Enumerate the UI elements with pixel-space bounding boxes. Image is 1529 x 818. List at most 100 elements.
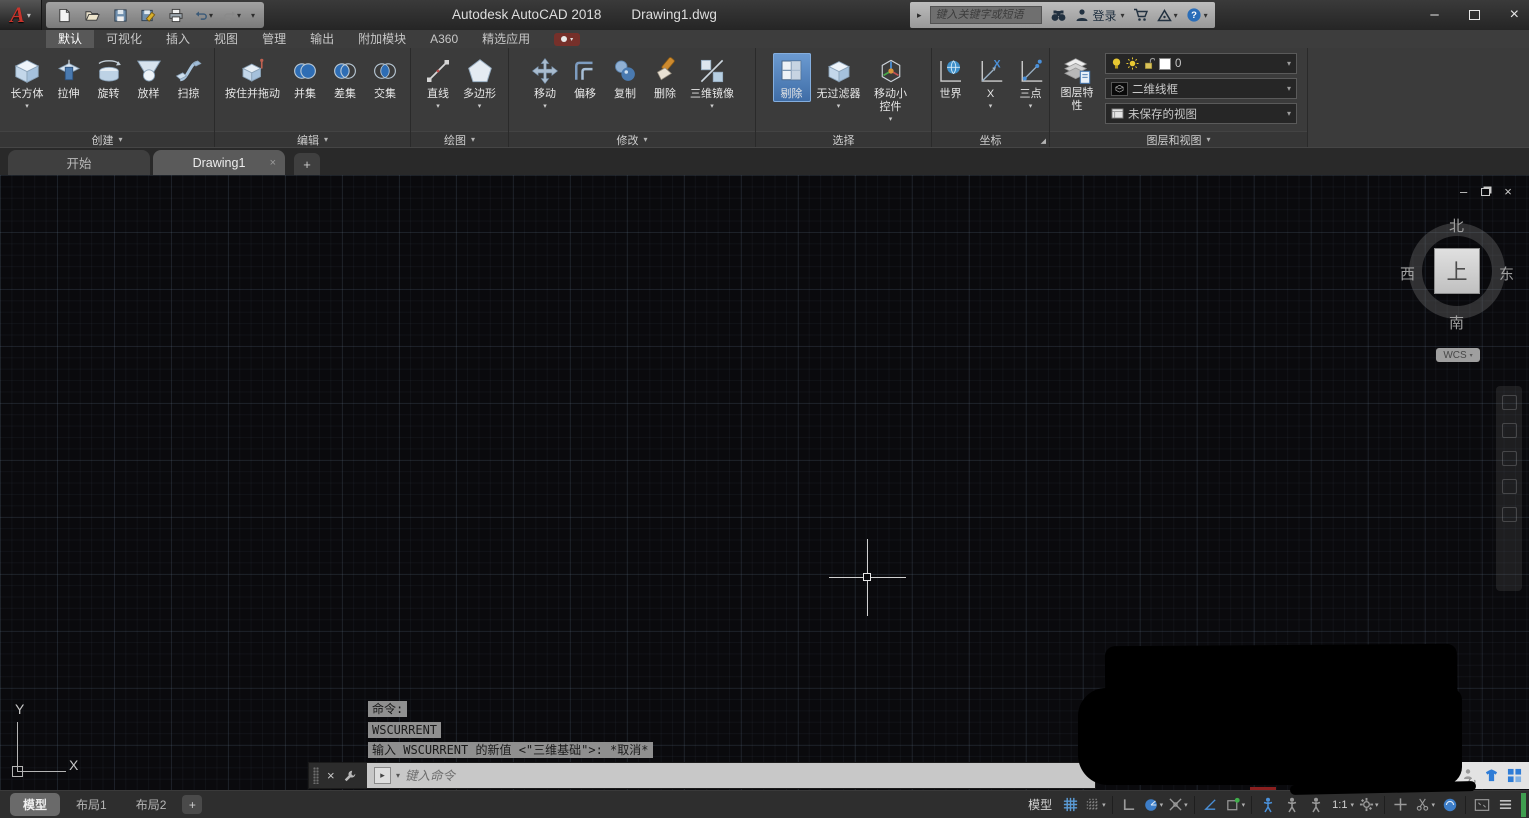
help-dropdown-icon[interactable]: ▾ — [1204, 11, 1208, 20]
zoom-icon[interactable] — [1501, 451, 1517, 466]
new-layout-button[interactable]: + — [182, 795, 203, 814]
navigation-bar[interactable] — [1496, 386, 1522, 591]
sign-in-dropdown-icon[interactable]: ▾ — [1121, 11, 1125, 20]
panel-label-coordinates[interactable]: 坐标 ◢ — [932, 131, 1049, 147]
mirror-3d-button[interactable]: 三维镜像 ▾ — [686, 53, 738, 111]
command-input-field[interactable]: ▸ ▾ — [367, 763, 1095, 788]
panel-label-selection[interactable]: 选择 — [756, 131, 931, 147]
chevron-down-icon[interactable]: ▾ — [1375, 801, 1379, 809]
annotation-visibility-toggle[interactable] — [1256, 794, 1279, 816]
panel-label-layers-views[interactable]: 图层和视图 ▾ — [1050, 131, 1307, 147]
layout2-tab[interactable]: 布局2 — [123, 793, 180, 816]
file-tab-start[interactable]: 开始 — [8, 150, 150, 175]
gizmo-button[interactable]: 移动小控件 ▾ — [867, 53, 915, 124]
help-search-input[interactable] — [929, 6, 1042, 24]
isolate-objects-button[interactable]: ▾ — [1413, 794, 1437, 816]
isodraft-toggle[interactable] — [1199, 794, 1222, 816]
undo-button[interactable]: ▾ — [195, 6, 213, 24]
ribbon-tab-manage[interactable]: 管理 — [250, 30, 298, 48]
world-ucs-button[interactable]: 世界 — [932, 53, 970, 102]
chevron-down-icon[interactable]: ▾ — [1102, 801, 1106, 809]
save-as-button[interactable] — [139, 6, 157, 24]
a360-share-icon[interactable]: ▾ — [1156, 8, 1178, 22]
new-drawing-tab-button[interactable]: + — [294, 153, 320, 175]
layer-properties-button[interactable]: 图层特性 — [1056, 52, 1098, 114]
chevron-down-icon[interactable]: ▾ — [1350, 801, 1354, 809]
panel-label-draw[interactable]: 绘图 ▾ — [411, 131, 508, 147]
chevron-down-icon[interactable]: ▾ — [1242, 801, 1246, 809]
layer-dropdown[interactable]: 0 ▾ — [1105, 53, 1297, 74]
visual-style-dropdown[interactable]: 二维线框 ▾ — [1105, 78, 1297, 99]
open-file-button[interactable] — [83, 6, 101, 24]
command-line-close-icon[interactable]: × — [327, 768, 335, 783]
search-binoculars-icon[interactable] — [1050, 8, 1067, 23]
annotation-autoscale-toggle[interactable] — [1280, 794, 1303, 816]
revolve-button[interactable]: 旋转 — [90, 53, 128, 102]
object-snap-tracking-toggle[interactable]: ▾ — [1166, 794, 1190, 816]
a360-dropdown-icon[interactable]: ▾ — [1174, 11, 1178, 20]
grid-display-toggle[interactable] — [1059, 794, 1082, 816]
close-tab-icon[interactable]: × — [270, 157, 276, 169]
command-suggestion-icon[interactable]: ▸ — [374, 767, 391, 784]
x-axis-button[interactable]: X X ▾ — [972, 53, 1010, 111]
model-tab[interactable]: 模型 — [10, 793, 61, 816]
doc-close-button[interactable]: × — [1504, 184, 1512, 199]
ribbon-tab-a360[interactable]: A360 — [418, 30, 470, 48]
viewcube-top-face[interactable]: 上 — [1434, 248, 1480, 294]
close-button[interactable]: × — [1510, 6, 1519, 24]
model-space-toggle[interactable]: 模型 — [1022, 796, 1058, 813]
app-menu-button[interactable]: A ▾ — [0, 0, 42, 30]
new-file-button[interactable] — [55, 6, 73, 24]
expand-arrow-icon[interactable]: ▸ — [917, 10, 922, 21]
layout1-tab[interactable]: 布局1 — [63, 793, 120, 816]
viewcube-east[interactable]: 东 — [1499, 263, 1514, 284]
showmotion-icon[interactable] — [1501, 507, 1517, 522]
help-button[interactable]: ? ▾ — [1186, 7, 1208, 23]
intersect-button[interactable]: 交集 — [366, 53, 404, 102]
annotation-scale-icon[interactable] — [1304, 794, 1327, 816]
sign-in-button[interactable]: 登录 ▾ — [1075, 7, 1125, 24]
command-line-grip[interactable] — [313, 767, 319, 784]
wcs-dropdown[interactable]: WCS ▾ — [1436, 348, 1480, 362]
tray-trusted-dwg-icon[interactable] — [1484, 768, 1499, 783]
file-tab-drawing1[interactable]: Drawing1 × — [153, 150, 285, 175]
annotation-monitor-toggle[interactable] — [1389, 794, 1412, 816]
presspull-button[interactable]: 按住并拖动 — [221, 53, 284, 102]
command-input[interactable] — [405, 768, 1088, 783]
union-button[interactable]: 并集 — [286, 53, 324, 102]
chevron-down-icon[interactable]: ▾ — [396, 771, 400, 780]
ribbon-record-icon[interactable]: ▾ — [554, 32, 581, 46]
viewcube-west[interactable]: 西 — [1400, 263, 1415, 284]
undo-dropdown-icon[interactable]: ▾ — [209, 11, 213, 20]
polygon-button[interactable]: 多边形 ▾ — [459, 53, 500, 111]
erase-button[interactable]: 删除 — [646, 53, 684, 102]
redo-dropdown-icon[interactable]: ▾ — [237, 11, 241, 20]
line-button[interactable]: 直线 ▾ — [419, 53, 457, 111]
qat-customize-icon[interactable]: ▾ — [251, 11, 255, 20]
full-navigation-wheel-icon[interactable] — [1501, 395, 1517, 410]
view-dropdown[interactable]: 未保存的视图 ▾ — [1105, 103, 1297, 124]
maximize-button[interactable] — [1468, 10, 1480, 20]
ribbon-tab-insert[interactable]: 插入 — [154, 30, 202, 48]
workspace-switch-button[interactable]: ▾ — [1357, 794, 1381, 816]
annotation-scale-value[interactable]: 1:1 ▾ — [1328, 794, 1356, 816]
redo-button[interactable]: ▾ — [223, 6, 241, 24]
customization-menu-button[interactable] — [1494, 794, 1517, 816]
copy-button[interactable]: 复制 — [606, 53, 644, 102]
polar-tracking-toggle[interactable]: ▾ — [1141, 794, 1166, 816]
tray-grid-squares-icon[interactable] — [1507, 768, 1522, 783]
object-snap-toggle[interactable]: ▾ — [1223, 794, 1248, 816]
doc-restore-button[interactable] — [1481, 187, 1491, 196]
ribbon-tab-addins[interactable]: 附加模块 — [346, 30, 418, 48]
offset-button[interactable]: 偏移 — [566, 53, 604, 102]
command-line-customize-icon[interactable] — [343, 769, 357, 783]
ribbon-tab-home[interactable]: 默认 — [46, 30, 95, 48]
ribbon-tab-view[interactable]: 视图 — [202, 30, 250, 48]
doc-minimize-button[interactable]: – — [1460, 184, 1467, 199]
sweep-button[interactable]: 扫掠 — [170, 53, 208, 102]
app-store-cart-icon[interactable] — [1133, 8, 1149, 22]
panel-launcher-icon[interactable]: ◢ — [1041, 137, 1046, 145]
orbit-icon[interactable] — [1501, 479, 1517, 494]
panel-label-modify[interactable]: 修改 ▾ — [509, 131, 755, 147]
culling-button[interactable]: 剔除 — [772, 53, 811, 103]
